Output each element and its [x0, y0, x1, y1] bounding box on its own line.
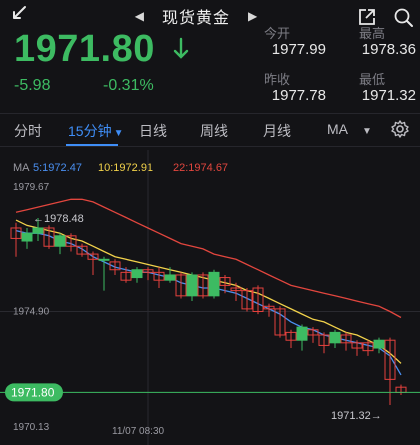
title-switcher: ◀ 现货黄金 ▶	[126, 5, 266, 27]
y-axis-label: 1970.13	[13, 422, 50, 433]
prev-close-label: 昨收	[263, 72, 290, 87]
settings-button[interactable]	[390, 119, 410, 139]
tab-intraday[interactable]: 分时	[14, 121, 42, 141]
candle-body	[329, 331, 341, 344]
candle-body	[208, 271, 220, 297]
min-price-annotation: 1971.32→	[331, 410, 382, 422]
tab-ma[interactable]: MA ▼	[327, 121, 372, 137]
prev-close-value: 1977.78	[271, 87, 326, 104]
candle-body	[373, 339, 385, 349]
low-label: 最低	[358, 72, 385, 87]
candle-body	[32, 227, 44, 234]
candle-body	[98, 258, 110, 261]
search-icon	[394, 8, 413, 27]
candle-body	[164, 274, 176, 281]
high-value: 1978.36	[361, 41, 416, 58]
candlestick-chart[interactable]: 1979.67 1974.90 1970.13 11/07 08:30 1971.80 ←…	[0, 150, 420, 445]
tab-monthly[interactable]: 月线	[263, 121, 291, 141]
tab-daily[interactable]: 日线	[139, 121, 167, 141]
low-value: 1971.32	[361, 87, 416, 104]
candle-body	[21, 232, 33, 242]
candle-body	[186, 274, 198, 297]
candle-body	[54, 235, 66, 247]
current-price: 1971.80	[14, 28, 155, 70]
back-arrow-icon	[13, 6, 26, 19]
price-change-percent: -0.31%	[103, 77, 154, 94]
caret-down-icon: ▼	[362, 126, 372, 137]
top-bar: ◀ 现货黄金 ▶	[0, 0, 420, 30]
high-label: 最高	[358, 26, 385, 41]
max-price-annotation: ←1978.48	[33, 213, 84, 225]
period-tabs: 分时 15分钟 ▼ 日线 周线 月线 MA ▼	[0, 113, 420, 147]
ma5-line	[15, 229, 402, 376]
previous-instrument-button[interactable]: ◀	[135, 9, 144, 23]
tab-15min[interactable]: 15分钟 ▼	[68, 121, 123, 141]
candle-body	[296, 326, 308, 341]
next-instrument-button[interactable]: ▶	[248, 9, 257, 23]
back-button[interactable]	[8, 3, 34, 29]
tab-ma-label: MA	[327, 121, 348, 137]
open-value: 1977.99	[271, 41, 326, 58]
y-axis-label: 1974.90	[13, 307, 50, 318]
page-title: 现货黄金	[161, 10, 230, 27]
search-button[interactable]	[393, 7, 415, 29]
x-axis-label: 11/07 08:30	[112, 426, 165, 437]
gear-icon	[391, 120, 409, 138]
last-price-label: 1971.80	[11, 385, 55, 399]
down-arrow-icon	[173, 37, 189, 59]
tab-weekly[interactable]: 周线	[200, 121, 228, 141]
y-axis-label: 1979.67	[13, 182, 50, 193]
caret-down-icon: ▼	[113, 128, 124, 139]
price-change: -5.98	[14, 77, 51, 94]
candle-body	[131, 269, 143, 279]
open-label: 今开	[263, 26, 290, 41]
active-tab-indicator	[66, 144, 118, 146]
tab-15min-label: 15分钟	[68, 123, 112, 139]
